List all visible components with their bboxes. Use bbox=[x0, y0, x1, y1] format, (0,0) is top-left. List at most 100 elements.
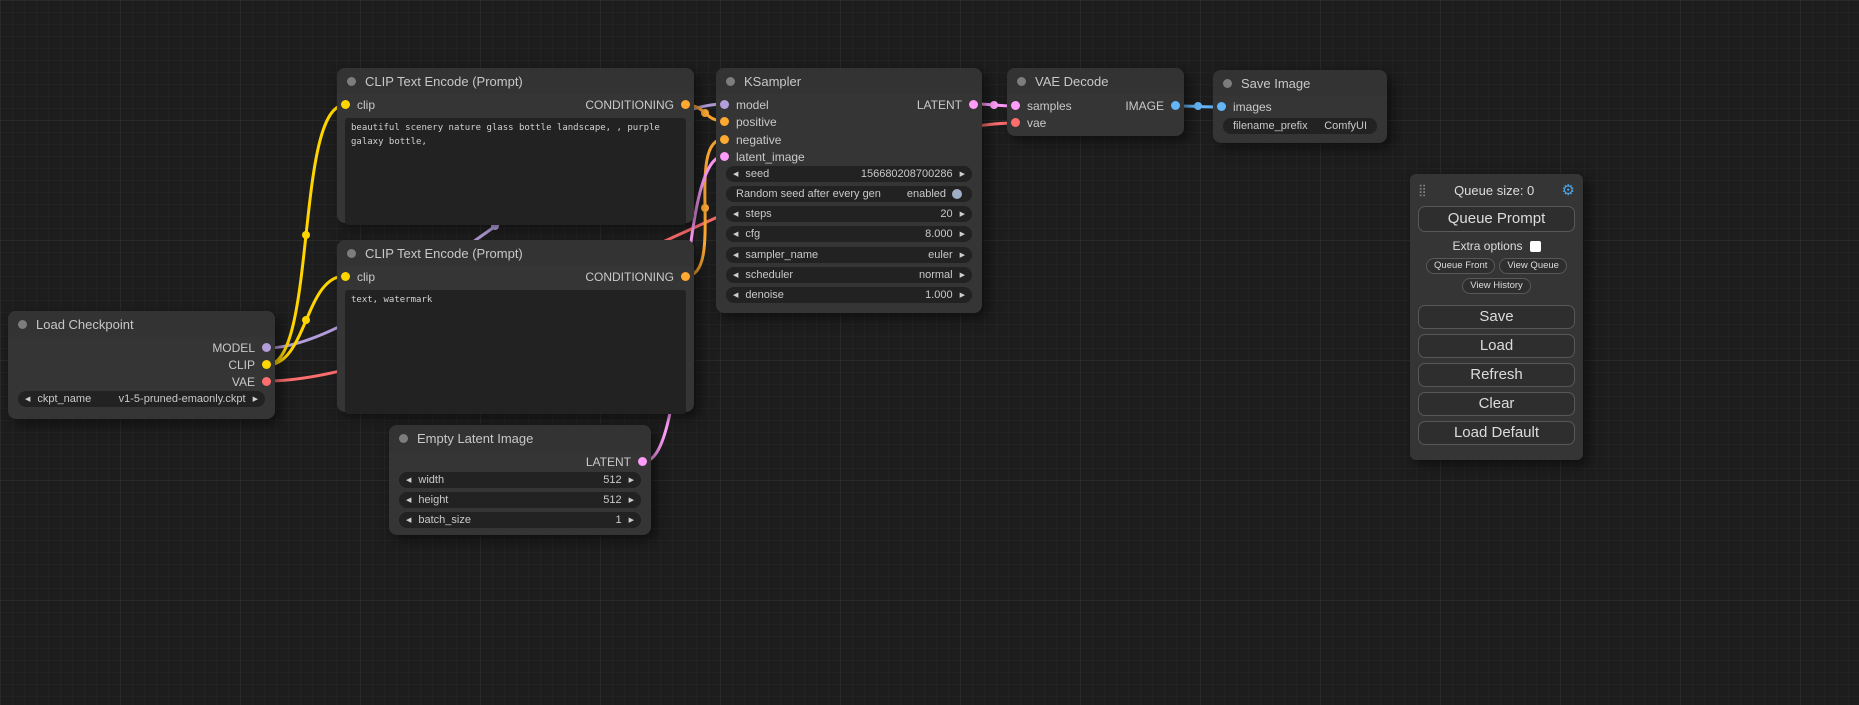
collapse-dot-icon[interactable] bbox=[1017, 77, 1026, 86]
node-empty-latent-image[interactable]: Empty Latent Image LATENT ◀ width 512 ▶ … bbox=[389, 425, 651, 535]
decrement-arrow-icon[interactable]: ◀ bbox=[406, 497, 411, 504]
wire-midpoint-dot[interactable] bbox=[1194, 102, 1202, 110]
slot-dot-icon[interactable] bbox=[341, 272, 350, 281]
decrement-arrow-icon[interactable]: ◀ bbox=[406, 477, 411, 484]
slot-dot-icon[interactable] bbox=[720, 117, 729, 126]
decrement-arrow-icon[interactable]: ◀ bbox=[733, 252, 738, 259]
slot-dot-icon[interactable] bbox=[720, 135, 729, 144]
decrement-arrow-icon[interactable]: ◀ bbox=[733, 231, 738, 238]
input-slot-model[interactable]: model bbox=[716, 96, 769, 113]
output-slot-latent[interactable]: LATENT bbox=[917, 96, 982, 113]
widget-denoise[interactable]: ◀ denoise 1.000 ▶ bbox=[726, 287, 972, 303]
output-slot-conditioning[interactable]: CONDITIONING bbox=[585, 96, 694, 113]
slot-dot-icon[interactable] bbox=[1217, 102, 1226, 111]
decrement-arrow-icon[interactable]: ◀ bbox=[25, 396, 30, 403]
extra-options-checkbox[interactable] bbox=[1530, 241, 1541, 252]
slot-dot-icon[interactable] bbox=[262, 343, 271, 352]
queue-front-button[interactable]: Queue Front bbox=[1426, 258, 1495, 274]
increment-arrow-icon[interactable]: ▶ bbox=[960, 272, 965, 279]
prompt-textarea[interactable]: beautiful scenery nature glass bottle la… bbox=[345, 118, 686, 225]
output-slot-model[interactable]: MODEL bbox=[212, 339, 275, 356]
widget-scheduler[interactable]: ◀ scheduler normal ▶ bbox=[726, 267, 972, 283]
node-load-checkpoint[interactable]: Load Checkpoint MODEL CLIP VAE ◀ ckpt_na… bbox=[8, 311, 275, 419]
load-button[interactable]: Load bbox=[1418, 334, 1575, 358]
decrement-arrow-icon[interactable]: ◀ bbox=[733, 292, 738, 299]
increment-arrow-icon[interactable]: ▶ bbox=[629, 477, 634, 484]
refresh-button[interactable]: Refresh bbox=[1418, 363, 1575, 387]
node-clip-text-encode-negative[interactable]: CLIP Text Encode (Prompt) clip CONDITION… bbox=[337, 240, 694, 412]
widget-seed[interactable]: ◀ seed 156680208700286 ▶ bbox=[726, 166, 972, 182]
collapse-dot-icon[interactable] bbox=[726, 77, 735, 86]
input-slot-latent-image[interactable]: latent_image bbox=[716, 148, 805, 165]
widget-cfg[interactable]: ◀ cfg 8.000 ▶ bbox=[726, 226, 972, 242]
wire-midpoint-dot[interactable] bbox=[701, 204, 709, 212]
increment-arrow-icon[interactable]: ▶ bbox=[960, 252, 965, 259]
increment-arrow-icon[interactable]: ▶ bbox=[253, 396, 258, 403]
collapse-dot-icon[interactable] bbox=[18, 320, 27, 329]
decrement-arrow-icon[interactable]: ◀ bbox=[733, 211, 738, 218]
toggle-dot-icon[interactable] bbox=[952, 189, 962, 199]
decrement-arrow-icon[interactable]: ◀ bbox=[406, 517, 411, 524]
decrement-arrow-icon[interactable]: ◀ bbox=[733, 272, 738, 279]
view-history-button[interactable]: View History bbox=[1462, 278, 1531, 294]
widget-batch-size[interactable]: ◀ batch_size 1 ▶ bbox=[399, 512, 641, 528]
output-slot-latent[interactable]: LATENT bbox=[586, 453, 651, 470]
settings-gear-icon[interactable]: ⚙ bbox=[1562, 181, 1575, 199]
node-header[interactable]: Empty Latent Image bbox=[389, 425, 651, 451]
wire-midpoint-dot[interactable] bbox=[302, 231, 310, 239]
slot-dot-icon[interactable] bbox=[720, 152, 729, 161]
comfy-menu-panel[interactable]: ⣿ Queue size: 0 ⚙ Queue Prompt Extra opt… bbox=[1410, 174, 1583, 460]
load-default-button[interactable]: Load Default bbox=[1418, 421, 1575, 445]
widget-steps[interactable]: ◀ steps 20 ▶ bbox=[726, 206, 972, 222]
node-header[interactable]: CLIP Text Encode (Prompt) bbox=[337, 240, 694, 266]
widget-width[interactable]: ◀ width 512 ▶ bbox=[399, 472, 641, 488]
input-slot-samples[interactable]: samples bbox=[1007, 97, 1072, 114]
slot-dot-icon[interactable] bbox=[1011, 118, 1020, 127]
increment-arrow-icon[interactable]: ▶ bbox=[629, 517, 634, 524]
input-slot-vae[interactable]: vae bbox=[1007, 114, 1046, 131]
output-slot-conditioning[interactable]: CONDITIONING bbox=[585, 268, 694, 285]
widget-random-seed[interactable]: Random seed after every gen enabled bbox=[726, 186, 972, 202]
slot-dot-icon[interactable] bbox=[262, 360, 271, 369]
node-header[interactable]: CLIP Text Encode (Prompt) bbox=[337, 68, 694, 94]
slot-dot-icon[interactable] bbox=[638, 457, 647, 466]
increment-arrow-icon[interactable]: ▶ bbox=[960, 231, 965, 238]
node-clip-text-encode-positive[interactable]: CLIP Text Encode (Prompt) clip CONDITION… bbox=[337, 68, 694, 223]
increment-arrow-icon[interactable]: ▶ bbox=[960, 292, 965, 299]
wire-midpoint-dot[interactable] bbox=[302, 316, 310, 324]
view-queue-button[interactable]: View Queue bbox=[1499, 258, 1567, 274]
drag-handle-icon[interactable]: ⣿ bbox=[1418, 183, 1427, 197]
prompt-textarea[interactable]: text, watermark bbox=[345, 290, 686, 414]
node-header[interactable]: KSampler bbox=[716, 68, 982, 94]
collapse-dot-icon[interactable] bbox=[347, 77, 356, 86]
widget-sampler-name[interactable]: ◀ sampler_name euler ▶ bbox=[726, 247, 972, 263]
slot-dot-icon[interactable] bbox=[720, 100, 729, 109]
increment-arrow-icon[interactable]: ▶ bbox=[629, 497, 634, 504]
increment-arrow-icon[interactable]: ▶ bbox=[960, 211, 965, 218]
node-header[interactable]: VAE Decode bbox=[1007, 68, 1184, 94]
input-slot-clip[interactable]: clip bbox=[337, 268, 375, 285]
input-slot-negative[interactable]: negative bbox=[716, 131, 781, 148]
node-ksampler[interactable]: KSampler model positive negative latent_… bbox=[716, 68, 982, 313]
decrement-arrow-icon[interactable]: ◀ bbox=[733, 171, 738, 178]
collapse-dot-icon[interactable] bbox=[1223, 79, 1232, 88]
queue-prompt-button[interactable]: Queue Prompt bbox=[1418, 206, 1575, 232]
output-slot-vae[interactable]: VAE bbox=[232, 373, 275, 390]
slot-dot-icon[interactable] bbox=[681, 100, 690, 109]
slot-dot-icon[interactable] bbox=[1171, 101, 1180, 110]
collapse-dot-icon[interactable] bbox=[347, 249, 356, 258]
node-header[interactable]: Save Image bbox=[1213, 70, 1387, 96]
slot-dot-icon[interactable] bbox=[681, 272, 690, 281]
node-header[interactable]: Load Checkpoint bbox=[8, 311, 275, 337]
node-save-image[interactable]: Save Image images filename_prefix ComfyU… bbox=[1213, 70, 1387, 143]
wire-midpoint-dot[interactable] bbox=[990, 101, 998, 109]
wire-midpoint-dot[interactable] bbox=[701, 109, 709, 117]
save-button[interactable]: Save bbox=[1418, 305, 1575, 329]
node-vae-decode[interactable]: VAE Decode samples vae IMAGE bbox=[1007, 68, 1184, 136]
slot-dot-icon[interactable] bbox=[1011, 101, 1020, 110]
clear-button[interactable]: Clear bbox=[1418, 392, 1575, 416]
increment-arrow-icon[interactable]: ▶ bbox=[960, 171, 965, 178]
input-slot-clip[interactable]: clip bbox=[337, 96, 375, 113]
input-slot-images[interactable]: images bbox=[1213, 98, 1272, 115]
output-slot-image[interactable]: IMAGE bbox=[1125, 97, 1184, 114]
